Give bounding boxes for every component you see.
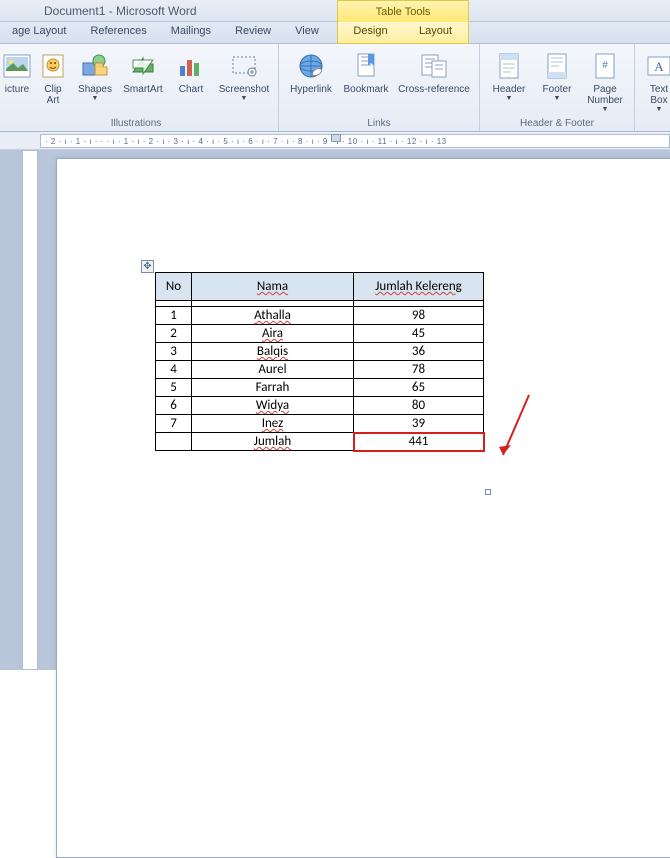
tab-review[interactable]: Review [223, 22, 283, 43]
textbox-button[interactable]: A Text Box ▼ [641, 48, 670, 115]
table-row: 3Balqis36 [156, 343, 484, 361]
bookmark-button[interactable]: Bookmark [339, 48, 393, 97]
cell-nama[interactable]: Inez [192, 415, 354, 433]
screenshot-button[interactable]: Screenshot ▼ [216, 48, 272, 108]
dropdown-arrow-icon: ▼ [554, 95, 561, 102]
cell-nama[interactable]: Farrah [192, 379, 354, 397]
vertical-ruler[interactable] [22, 150, 38, 670]
dropdown-arrow-icon: ▼ [241, 95, 248, 102]
cell-nama[interactable]: Athalla [192, 307, 354, 325]
picture-icon [1, 50, 33, 82]
word-table[interactable]: No Nama Jumlah Kelereng 1Athalla982Aira4… [155, 272, 484, 451]
picture-button[interactable]: icture [0, 48, 34, 108]
dropdown-arrow-icon: ▼ [92, 95, 99, 102]
header-jumlah[interactable]: Jumlah Kelereng [354, 273, 484, 301]
header-nama[interactable]: Nama [192, 273, 354, 301]
cell-value[interactable]: 78 [354, 361, 484, 379]
document-page[interactable]: ✥ No Nama Jumlah Kelereng 1Athalla982Air… [56, 158, 670, 858]
smartart-icon [127, 50, 159, 82]
group-headerfooter-label: Header & Footer [486, 118, 628, 129]
cell-value[interactable]: 45 [354, 325, 484, 343]
table-row: 6Widya80 [156, 397, 484, 415]
cell-no[interactable]: 6 [156, 397, 192, 415]
tab-page-layout[interactable]: age Layout [0, 22, 78, 43]
horizontal-ruler-bar: · 2 · ı · 1 · ı · · · ı · 1 · ı · 2 · ı … [0, 132, 670, 150]
table-row: 2Aira45 [156, 325, 484, 343]
textbox-icon: A [643, 50, 670, 82]
cell-nama[interactable]: Aurel [192, 361, 354, 379]
cell-nama[interactable]: Widya [192, 397, 354, 415]
clipart-icon [37, 50, 69, 82]
cell-value[interactable]: 80 [354, 397, 484, 415]
tab-table-design[interactable]: Design [338, 22, 403, 43]
table-row: 5Farrah65 [156, 379, 484, 397]
cell-no[interactable]: 7 [156, 415, 192, 433]
total-label-cell[interactable]: Jumlah [192, 433, 354, 451]
pagenumber-icon: # [589, 50, 621, 82]
crossref-button[interactable]: Cross-reference [395, 48, 473, 97]
chart-button[interactable]: Chart [168, 48, 214, 108]
table-move-handle[interactable]: ✥ [141, 260, 154, 273]
table-row: 7Inez39 [156, 415, 484, 433]
cell-nama[interactable]: Balqis [192, 343, 354, 361]
hyperlink-icon [295, 50, 327, 82]
cell-no[interactable]: 3 [156, 343, 192, 361]
cell-nama[interactable]: Aira [192, 325, 354, 343]
cell-no[interactable]: 4 [156, 361, 192, 379]
title-bar: Document1 - Microsoft Word [0, 0, 670, 22]
window-title: Document1 - Microsoft Word [44, 4, 197, 18]
contextual-title: Table Tools [337, 0, 469, 22]
header-no[interactable]: No [156, 273, 192, 301]
group-links-label: Links [285, 118, 473, 129]
svg-text:#: # [602, 60, 608, 71]
shapes-button[interactable]: Shapes ▼ [72, 48, 118, 108]
table-row: 1Athalla98 [156, 307, 484, 325]
chart-icon [175, 50, 207, 82]
cell-value[interactable]: 65 [354, 379, 484, 397]
table-row: 4Aurel78 [156, 361, 484, 379]
annotation-arrow [497, 389, 537, 469]
clipart-button[interactable]: Clip Art [36, 48, 70, 108]
shapes-icon [79, 50, 111, 82]
cell-value[interactable]: 36 [354, 343, 484, 361]
hyperlink-button[interactable]: Hyperlink [285, 48, 337, 97]
screenshot-icon [228, 50, 260, 82]
table-resize-handle[interactable] [485, 489, 491, 495]
tab-table-layout[interactable]: Layout [403, 22, 468, 43]
table-header-row: No Nama Jumlah Kelereng [156, 273, 484, 301]
table-total-row: Jumlah 441 [156, 433, 484, 451]
header-icon [493, 50, 525, 82]
footer-icon [541, 50, 573, 82]
cell-no[interactable]: 5 [156, 379, 192, 397]
document-area: ✥ No Nama Jumlah Kelereng 1Athalla982Air… [0, 150, 670, 670]
dropdown-arrow-icon: ▼ [506, 95, 513, 102]
smartart-button[interactable]: SmartArt [120, 48, 166, 108]
dropdown-arrow-icon: ▼ [656, 106, 663, 113]
horizontal-ruler[interactable]: · 2 · ı · 1 · ı · · · ı · 1 · ı · 2 · ı … [40, 134, 670, 148]
tab-view[interactable]: View [283, 22, 331, 43]
cell-value[interactable]: 98 [354, 307, 484, 325]
total-value-cell[interactable]: 441 [354, 433, 484, 451]
ribbon: icture Clip Art Shapes ▼ SmartArt [0, 44, 670, 132]
header-button[interactable]: Header ▼ [486, 48, 532, 115]
dropdown-arrow-icon: ▼ [602, 106, 609, 113]
indent-marker[interactable] [331, 134, 341, 142]
crossref-icon [418, 50, 450, 82]
tab-mailings[interactable]: Mailings [159, 22, 223, 43]
bookmark-icon [350, 50, 382, 82]
tab-references[interactable]: References [78, 22, 158, 43]
cell-value[interactable]: 39 [354, 415, 484, 433]
group-illustrations-label: Illustrations [0, 118, 272, 129]
footer-button[interactable]: Footer ▼ [534, 48, 580, 115]
cell-no[interactable]: 1 [156, 307, 192, 325]
svg-text:A: A [654, 59, 664, 74]
pagenumber-button[interactable]: # Page Number ▼ [582, 48, 628, 115]
cell-no[interactable]: 2 [156, 325, 192, 343]
ribbon-tabstrip: age Layout References Mailings Review Vi… [0, 22, 670, 44]
table-tools-contextual: Table Tools Design Layout [337, 0, 469, 44]
